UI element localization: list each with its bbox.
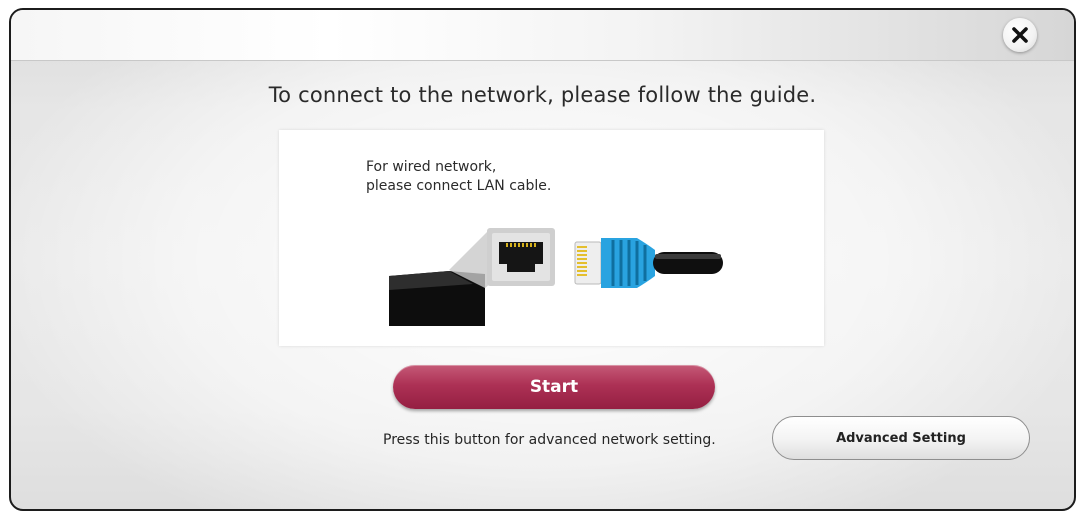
lan-cable-highlight xyxy=(655,254,721,259)
close-icon xyxy=(1012,27,1028,43)
title-bar xyxy=(11,10,1074,61)
lan-cable-illustration xyxy=(389,228,723,326)
dialog-heading: To connect to the network, please follow… xyxy=(268,83,817,107)
guide-instruction-line-2: please connect LAN cable. xyxy=(366,178,552,194)
close-button[interactable] xyxy=(1003,18,1037,52)
advanced-setting-button[interactable]: Advanced Setting xyxy=(772,416,1030,460)
advanced-setting-hint: Press this button for advanced network s… xyxy=(383,432,716,448)
guide-panel: For wired network, please connect LAN ca… xyxy=(279,130,824,346)
guide-instruction-line-1: For wired network, xyxy=(366,159,497,175)
network-setup-dialog: To connect to the network, please follow… xyxy=(9,8,1076,511)
start-button[interactable]: Start xyxy=(393,365,715,409)
